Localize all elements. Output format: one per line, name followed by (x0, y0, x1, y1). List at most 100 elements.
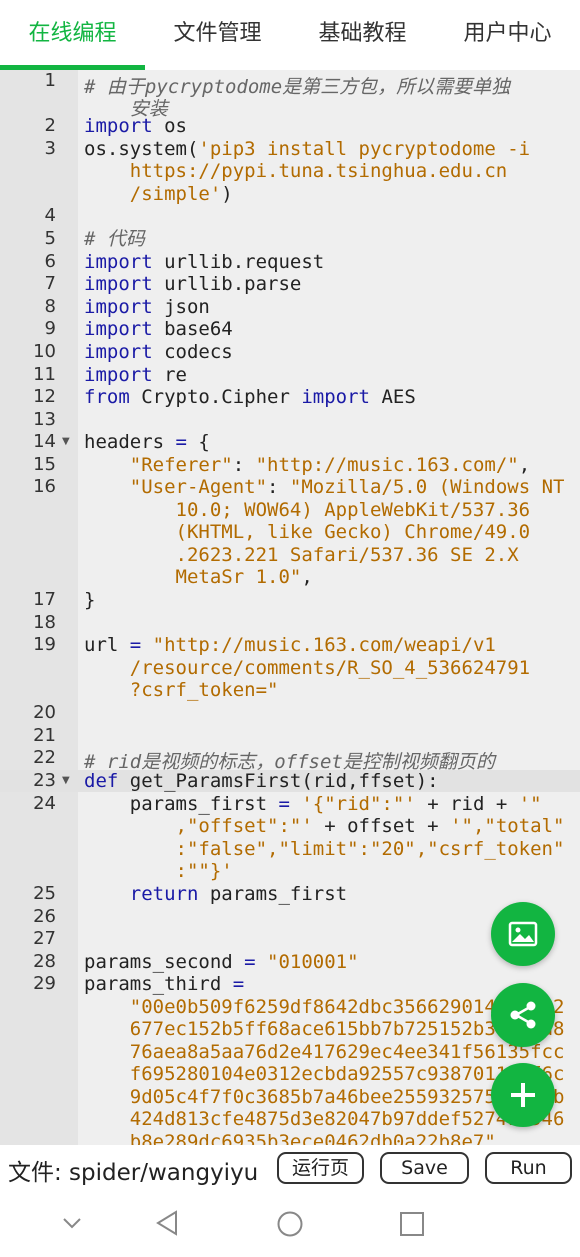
code-string: "User-Agent" (84, 476, 268, 498)
share-button[interactable] (491, 983, 555, 1047)
code-editor[interactable]: 1 2 3 4 5 6 7 8 9 10 11 12 13 14 ▼ 15 16… (0, 70, 580, 1145)
code-line: headers = { (84, 431, 210, 454)
code-operator: = (278, 793, 290, 815)
code-text: urllib.parse (152, 273, 302, 295)
code-text: params_third (84, 973, 233, 995)
share-icon (510, 1001, 536, 1029)
line-number: 19 (33, 634, 56, 655)
code-line: params_second = "010001" (84, 951, 359, 974)
line-number: 2 (44, 115, 56, 136)
code-text: codecs (152, 341, 233, 363)
code-string: '" (518, 793, 542, 815)
top-tab-bar: 在线编程 文件管理 基础教程 用户中心 (0, 0, 580, 70)
code-text: , (518, 454, 531, 476)
code-line: import re (84, 364, 187, 387)
code-text: : (267, 476, 290, 498)
code-line: /simple') (84, 183, 233, 206)
code-comment: # 由于pycryptodome是第三方包，所以需要单独 (84, 76, 511, 98)
add-button[interactable] (491, 1063, 555, 1127)
line-number: 23 (33, 770, 56, 791)
system-nav-bar (0, 1195, 580, 1257)
line-number: 6 (44, 251, 56, 272)
code-line: import base64 (84, 318, 233, 341)
file-path-label: 文件: spider/wangyiyu (8, 1160, 259, 1186)
code-line: return params_first (84, 883, 347, 906)
code-string: 'pip3 install pycryptodome -i (198, 138, 531, 160)
code-string: :"false","limit":"20","csrf_token" (84, 838, 565, 860)
recents-square-icon[interactable] (399, 1211, 425, 1237)
code-string: ,"offset":"' (84, 815, 313, 837)
line-number: 11 (33, 364, 56, 385)
bottom-toolbar: 文件: spider/wangyiyu 运行页 Save Run (0, 1145, 580, 1195)
line-number: 7 (44, 273, 56, 294)
line-number: 3 (44, 138, 56, 159)
code-text: ) (221, 183, 233, 205)
code-text: + offset + (312, 815, 451, 837)
fold-arrow-icon[interactable]: ▼ (62, 770, 70, 792)
code-line: import json (84, 296, 210, 319)
line-number: 17 (33, 589, 56, 610)
insert-image-button[interactable] (491, 902, 555, 966)
code-text: AES (370, 386, 416, 408)
tab-file-management[interactable]: 文件管理 (145, 0, 290, 66)
line-number: 1 (44, 70, 56, 91)
tab-online-coding[interactable]: 在线编程 (0, 0, 145, 66)
code-line: params_third = (84, 973, 244, 996)
code-line: import urllib.parse (84, 273, 301, 296)
image-icon (508, 921, 538, 947)
code-line: url = "http://music.163.com/weapi/v1 (84, 634, 496, 657)
run-page-button[interactable]: 运行页 (277, 1152, 364, 1184)
code-keyword: import (301, 386, 370, 408)
code-string: MetaSr 1.0" (84, 566, 302, 588)
code-string: '{"rid":"' (289, 793, 416, 815)
line-number: 10 (33, 341, 56, 362)
line-number: 14 (33, 431, 56, 452)
line-number: 8 (44, 296, 56, 317)
tab-user-center[interactable]: 用户中心 (435, 0, 580, 66)
fold-arrow-icon[interactable]: ▼ (62, 431, 70, 453)
code-text: params_first (84, 793, 279, 815)
run-button[interactable]: Run (485, 1152, 572, 1184)
code-text: { (186, 431, 210, 453)
back-triangle-icon[interactable] (154, 1209, 180, 1237)
code-string: "Mozilla/5.0 (Windows NT (289, 476, 565, 498)
line-number: 21 (33, 725, 56, 746)
code-line: } (84, 589, 96, 611)
code-string: 424d813cfe4875d3e82047b97ddef52741d546 (84, 1108, 565, 1130)
line-number: 27 (33, 928, 56, 949)
code-text: params_first (198, 883, 348, 905)
home-circle-icon[interactable] (276, 1210, 304, 1238)
code-line: "Referer": "http://music.163.com/", (84, 454, 530, 477)
code-string: 10.0; WOW64) AppleWebKit/537.36 (84, 499, 531, 521)
line-number: 16 (33, 476, 56, 497)
code-string: /simple' (84, 183, 222, 205)
tab-basic-tutorial[interactable]: 基础教程 (290, 0, 435, 66)
code-line: def get_ParamsFirst(rid,ffset): (84, 770, 439, 793)
code-string: "http://music.163.com/" (255, 454, 519, 476)
chevron-down-icon[interactable] (60, 1215, 84, 1231)
code-string: .2623.221 Safari/537.36 SE 2.X (84, 544, 519, 566)
code-operator: = (232, 973, 245, 995)
code-keyword: import (84, 318, 153, 340)
line-number: 28 (33, 951, 56, 972)
code-string: ?csrf_token=" (84, 679, 279, 701)
code-line: os.system('pip3 install pycryptodome -i (84, 138, 530, 161)
code-operator: = (175, 431, 187, 453)
code-text: get_ParamsFirst(rid,ffset): (118, 770, 439, 792)
code-string: "010001" (255, 951, 359, 973)
line-number: 18 (33, 612, 56, 633)
line-number: 22 (33, 747, 56, 768)
code-keyword: import (84, 341, 153, 363)
code-operator: = (244, 951, 256, 973)
line-number: 26 (33, 906, 56, 927)
save-button[interactable]: Save (380, 1152, 469, 1184)
code-line: import urllib.request (84, 251, 324, 274)
code-string: https://pypi.tuna.tsinghua.edu.cn (84, 160, 508, 182)
code-text: : (232, 454, 256, 476)
code-line: ,"offset":"' + offset + '","total" (84, 815, 565, 838)
code-string: (KHTML, like Gecko) Chrome/49.0 (84, 521, 531, 543)
code-text: Crypto.Cipher (129, 386, 302, 408)
code-text: headers (84, 431, 176, 453)
code-text: params_second (84, 951, 245, 973)
plus-icon (511, 1083, 535, 1107)
